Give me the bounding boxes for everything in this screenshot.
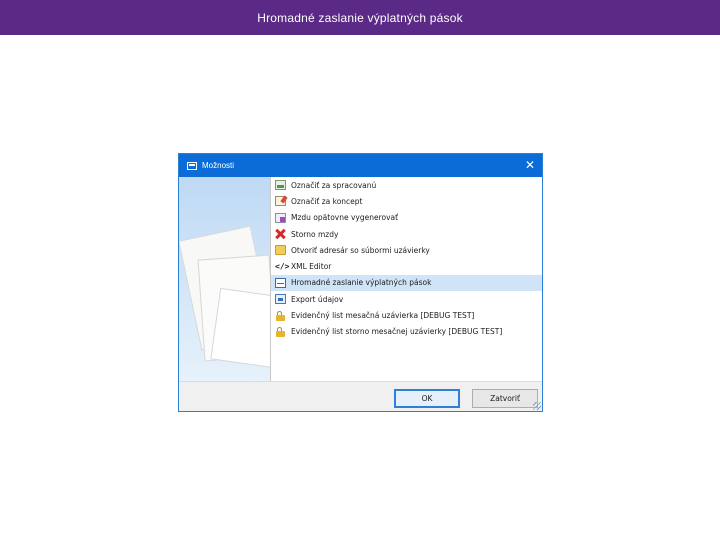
resize-grip-icon[interactable] [533,402,541,410]
window-app-icon [187,161,197,170]
regenerate-icon [275,212,286,223]
list-item[interactable]: Mzdu opätovne vygenerovať [271,210,542,226]
edit-draft-icon [275,196,286,207]
list-item-label: Evidenčný list mesačná uzávierka [DEBUG … [291,311,475,321]
ok-button[interactable]: OK [394,389,460,408]
list-item[interactable]: Označiť za spracovanú [271,177,542,193]
list-item[interactable]: </> XML Editor [271,258,542,274]
list-item[interactable]: Storno mzdy [271,226,542,242]
side-illustration [179,177,270,381]
list-item[interactable]: Export údajov [271,291,542,307]
list-item-label: Hromadné zaslanie výplatných pások [291,278,432,288]
code-icon: </> [275,261,290,271]
list-item[interactable]: Označiť za koncept [271,193,542,209]
list-item-label: XML Editor [291,262,332,272]
list-item[interactable]: Otvoriť adresár so súbormi uzávierky [271,242,542,258]
dialog-button-bar: OK Zatvoriť [179,381,542,411]
options-list: Označiť za spracovanú Označiť za koncept… [270,177,542,381]
list-item-label: Storno mzdy [291,229,339,239]
mail-icon [275,277,286,288]
close-icon[interactable]: ✕ [522,157,538,173]
list-item[interactable]: Evidenčný list mesačná uzávierka [DEBUG … [271,307,542,323]
list-item-label: Export údajov [291,294,344,304]
list-item-label: Evidenčný list storno mesačnej uzávierky… [291,327,503,337]
dialog-titlebar[interactable]: Možnosti ✕ [179,154,542,177]
lock-icon [275,310,286,321]
dialog-title: Možnosti [202,161,235,170]
list-item-label: Označiť za koncept [291,196,363,206]
paper-sheet-illustration [210,287,270,369]
list-item-label: Označiť za spracovanú [291,180,377,190]
export-icon [275,294,286,305]
mark-processed-icon [275,180,286,191]
list-item-label: Otvoriť adresár so súbormi uzávierky [291,245,430,255]
options-dialog: Možnosti ✕ Označiť za spracovanú Označiť… [178,153,543,412]
list-item-label: Mzdu opätovne vygenerovať [291,213,399,223]
slide-title-text: Hromadné zaslanie výplatných pások [257,10,463,25]
list-item[interactable]: Evidenčný list storno mesačnej uzávierky… [271,324,542,340]
folder-icon [275,245,286,256]
list-item-selected[interactable]: Hromadné zaslanie výplatných pások [271,274,542,292]
lock-icon [275,326,286,337]
close-button[interactable]: Zatvoriť [472,389,538,408]
slide-title: Hromadné zaslanie výplatných pások [0,0,720,35]
cancel-x-icon [275,229,286,239]
